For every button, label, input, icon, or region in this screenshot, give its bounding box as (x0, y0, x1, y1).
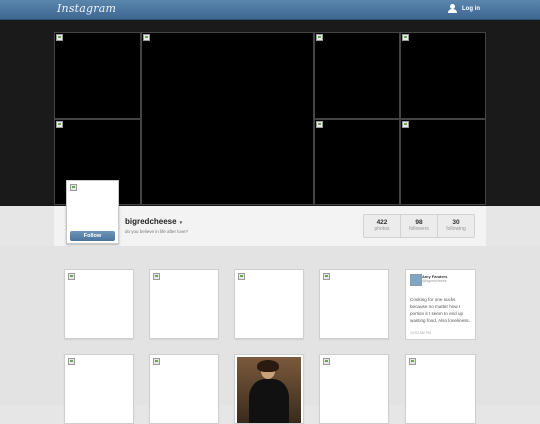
profile-stats: 422 photos 98 followers 30 following (363, 214, 475, 238)
follow-button[interactable]: Follow (70, 231, 115, 241)
broken-image-icon (323, 273, 330, 280)
broken-image-icon (316, 121, 323, 128)
broken-image-icon (153, 358, 160, 365)
tweet-avatar (410, 274, 422, 286)
broken-image-icon (143, 34, 150, 41)
broken-image-icon (323, 358, 330, 365)
instagram-logo[interactable]: Instagram (57, 2, 116, 15)
stat-label: followers (409, 226, 429, 232)
avatar-image (69, 183, 116, 228)
tweet-author-handle: @bigredcheese (422, 279, 447, 283)
stat-followers[interactable]: 98 followers (401, 215, 438, 237)
photo-card[interactable] (319, 354, 389, 424)
tweet-timestamp: 10:53 AM PM (410, 331, 432, 335)
photo-card[interactable] (149, 269, 219, 339)
tweet-text: Cooking for one sucks because no matter … (410, 297, 471, 323)
mosaic-photo[interactable] (314, 119, 400, 205)
user-icon (448, 4, 457, 13)
photo-card[interactable] (234, 354, 304, 424)
stat-value: 422 (376, 219, 388, 226)
photo-card[interactable] (319, 269, 389, 339)
portrait-photo (237, 357, 301, 423)
stat-label: photos (374, 226, 390, 232)
broken-image-icon (70, 184, 77, 191)
broken-image-icon (409, 358, 416, 365)
photo-card[interactable] (149, 354, 219, 424)
mosaic-photo-large[interactable] (141, 32, 314, 205)
broken-image-icon (68, 273, 75, 280)
photo-card[interactable] (405, 354, 476, 424)
stat-value: 98 (415, 219, 423, 226)
broken-image-icon (68, 358, 75, 365)
broken-image-icon (56, 121, 63, 128)
chevron-down-icon[interactable]: ▾ (180, 220, 183, 226)
broken-image-icon (316, 34, 323, 41)
mosaic-photo[interactable] (314, 32, 400, 119)
photo-card[interactable] (64, 269, 134, 339)
mosaic-photo[interactable] (400, 119, 486, 205)
photo-card[interactable] (64, 354, 134, 424)
broken-image-icon (402, 34, 409, 41)
profile-bio: do you believe in life after love? (125, 229, 189, 234)
stat-photos[interactable]: 422 photos (364, 215, 401, 237)
mosaic-photo[interactable] (400, 32, 486, 119)
login-button[interactable]: Log in (448, 4, 480, 13)
tweet-card[interactable]: Amy Fanders @bigredcheese Cooking for on… (405, 269, 476, 340)
broken-image-icon (56, 34, 63, 41)
stat-label: following (446, 226, 466, 232)
broken-image-icon (238, 273, 245, 280)
broken-image-icon (153, 273, 160, 280)
username-text: bigredcheese (125, 217, 177, 226)
mosaic-photo[interactable] (54, 32, 141, 119)
top-navigation-bar: Instagram Log in (0, 0, 540, 20)
stat-following[interactable]: 30 following (438, 215, 474, 237)
login-label: Log in (462, 5, 480, 12)
avatar: Follow (66, 180, 119, 244)
stat-value: 30 (452, 219, 460, 226)
photo-card[interactable] (234, 269, 304, 339)
broken-image-icon (402, 121, 409, 128)
profile-username[interactable]: bigredcheese ▾ (125, 217, 182, 226)
